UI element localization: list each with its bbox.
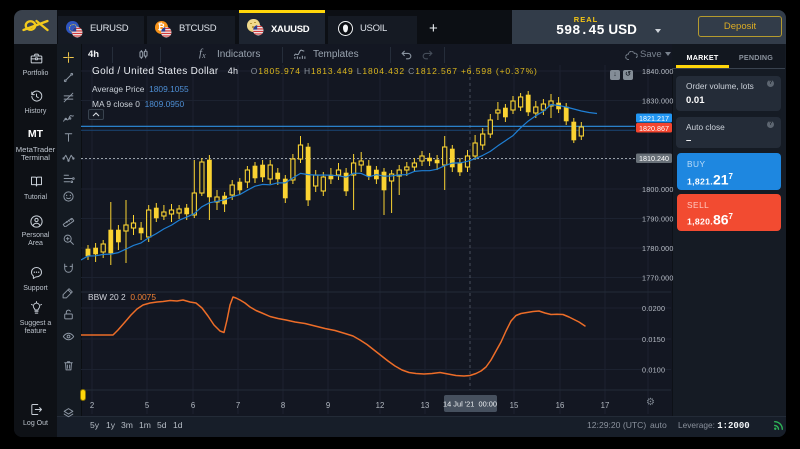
svg-text:1780.000: 1780.000: [642, 244, 674, 253]
svg-text:6: 6: [191, 401, 195, 410]
svg-text:5: 5: [145, 401, 150, 410]
svg-text:1840.000: 1840.000: [642, 67, 674, 76]
svg-text:14 Jul '21 00:00: 14 Jul '21 00:00: [443, 400, 497, 409]
svg-text:0.0100: 0.0100: [642, 366, 665, 375]
svg-text:1770.000: 1770.000: [642, 274, 674, 283]
svg-text:1821.217: 1821.217: [639, 114, 669, 123]
svg-text:1820.867: 1820.867: [639, 124, 669, 133]
svg-text:1790.000: 1790.000: [642, 215, 674, 224]
svg-text:13: 13: [421, 401, 430, 410]
svg-text:1830.000: 1830.000: [642, 97, 674, 106]
svg-text:17: 17: [601, 401, 610, 410]
svg-text:8: 8: [281, 401, 285, 410]
svg-text:1800.000: 1800.000: [642, 185, 674, 194]
svg-text:7: 7: [236, 401, 240, 410]
svg-text:15: 15: [510, 401, 519, 410]
svg-text:9: 9: [326, 401, 330, 410]
svg-text:16: 16: [556, 401, 565, 410]
svg-text:1810.240: 1810.240: [639, 154, 669, 163]
svg-text:2: 2: [90, 401, 94, 410]
svg-text:12: 12: [376, 401, 385, 410]
svg-text:0.0150: 0.0150: [642, 335, 665, 344]
svg-text:0.0200: 0.0200: [642, 304, 665, 313]
